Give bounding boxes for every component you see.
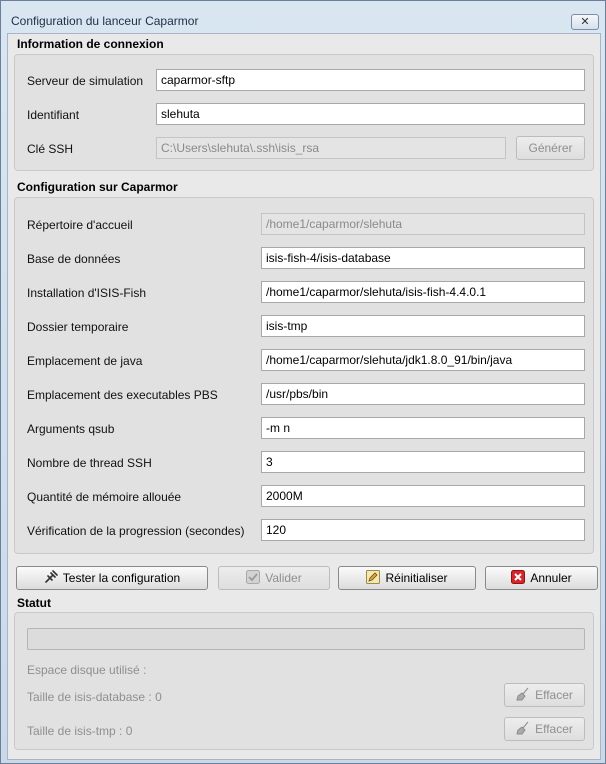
dialog-content: Information de connexion Serveur de simu… — [7, 33, 601, 760]
qsub-label: Arguments qsub — [27, 422, 115, 436]
cancel-button[interactable]: Annuler — [485, 566, 598, 590]
clear-database-label: Effacer — [535, 688, 573, 702]
ssh-thread-label: Nombre de thread SSH — [27, 456, 152, 470]
login-input[interactable]: slehuta — [156, 103, 585, 125]
clear-tmp-label: Effacer — [535, 722, 573, 736]
ssh-key-input: C:\Users\slehuta\.ssh\isis_rsa — [156, 137, 506, 159]
database-size-label: Taille de isis-database : 0 — [27, 690, 162, 704]
pbs-label: Emplacement des executables PBS — [27, 388, 218, 402]
server-label: Serveur de simulation — [27, 74, 144, 88]
broom-icon — [516, 721, 529, 735]
status-section-title: Statut — [17, 596, 51, 610]
reset-button[interactable]: Réinitialiser — [338, 566, 476, 590]
validate-button: Valider — [218, 566, 330, 590]
server-input[interactable]: caparmor-sftp — [156, 69, 585, 91]
pencil-icon — [366, 570, 381, 584]
cancel-label: Annuler — [530, 571, 572, 585]
login-label: Identifiant — [27, 108, 80, 122]
generate-button: Générer — [516, 136, 585, 160]
home-input: /home1/caparmor/slehuta — [261, 213, 585, 235]
status-panel: Espace disque utilisé : Taille de isis-d… — [14, 612, 594, 750]
ssh-key-label: Clé SSH — [27, 142, 74, 156]
database-label: Base de données — [27, 252, 121, 266]
clear-database-button: Effacer — [504, 683, 585, 707]
memory-label: Quantité de mémoire allouée — [27, 490, 182, 504]
close-icon: ✕ — [580, 16, 590, 28]
test-config-label: Tester la configuration — [62, 571, 181, 585]
progress-check-label: Vérification de la progression (secondes… — [27, 524, 245, 538]
install-input[interactable]: /home1/caparmor/slehuta/isis-fish-4.4.0.… — [261, 281, 585, 303]
java-input[interactable]: /home1/caparmor/slehuta/jdk1.8.0_91/bin/… — [261, 349, 585, 371]
connection-panel: Serveur de simulation caparmor-sftp Iden… — [14, 54, 594, 171]
reset-label: Réinitialiser — [385, 571, 448, 585]
window-title: Configuration du lanceur Caparmor — [11, 14, 199, 28]
java-label: Emplacement de java — [27, 354, 143, 368]
tmp-folder-input[interactable]: isis-tmp — [261, 315, 585, 337]
ssh-thread-input[interactable]: 3 — [261, 451, 585, 473]
progress-bar — [27, 628, 585, 650]
database-input[interactable]: isis-fish-4/isis-database — [261, 247, 585, 269]
install-label: Installation d'ISIS-Fish — [27, 286, 147, 300]
check-icon — [246, 570, 261, 584]
clear-tmp-button: Effacer — [504, 717, 585, 741]
test-config-button[interactable]: Tester la configuration — [16, 566, 208, 590]
plug-icon — [44, 570, 58, 583]
caparmor-panel: Répertoire d'accueil /home1/caparmor/sle… — [14, 197, 594, 554]
home-label: Répertoire d'accueil — [27, 218, 133, 232]
broom-icon — [516, 687, 529, 701]
memory-input[interactable]: 2000M — [261, 485, 585, 507]
caparmor-section-title: Configuration sur Caparmor — [17, 180, 178, 194]
progress-check-input[interactable]: 120 — [261, 519, 585, 541]
tmp-size-label: Taille de isis-tmp : 0 — [27, 724, 133, 738]
cancel-icon — [511, 570, 526, 584]
config-window: Configuration du lanceur Caparmor ✕ Info… — [0, 0, 606, 764]
connection-section-title: Information de connexion — [17, 37, 164, 51]
qsub-input[interactable]: -m n — [261, 417, 585, 439]
validate-label: Valider — [265, 571, 302, 585]
title-bar: Configuration du lanceur Caparmor ✕ — [1, 1, 605, 31]
disk-usage-label: Espace disque utilisé : — [27, 663, 147, 677]
pbs-input[interactable]: /usr/pbs/bin — [261, 383, 585, 405]
tmp-folder-label: Dossier temporaire — [27, 320, 129, 334]
close-button[interactable]: ✕ — [571, 14, 599, 30]
